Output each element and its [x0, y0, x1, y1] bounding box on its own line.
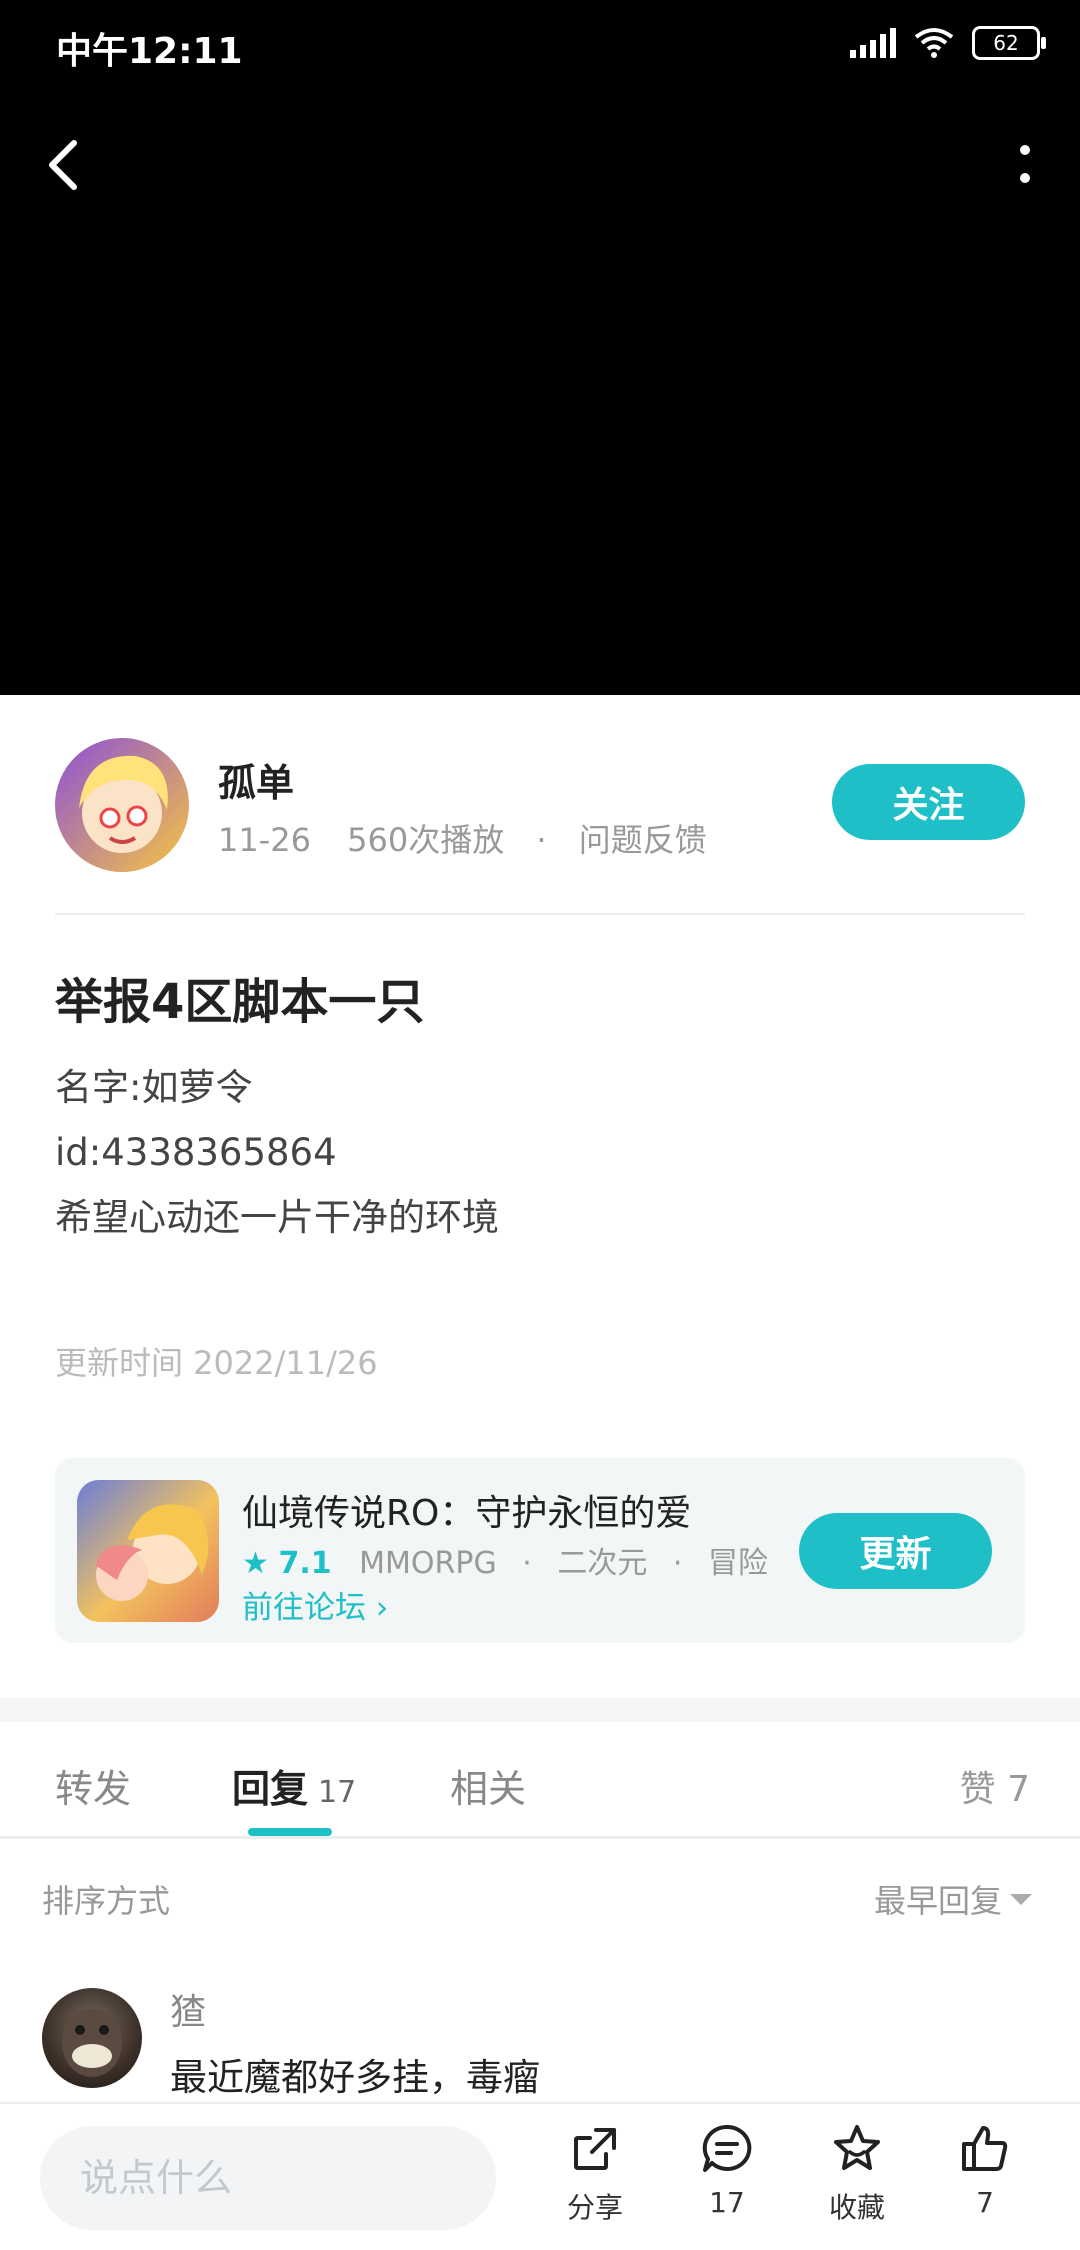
section-gap: [0, 1698, 1080, 1722]
favorite-label: 收藏: [828, 2191, 885, 2224]
star-icon: ★: [242, 1546, 269, 1581]
game-rating: 7.1: [278, 1546, 332, 1581]
status-time: 中午12:11: [56, 31, 243, 72]
video-player[interactable]: [0, 0, 1080, 695]
tab-forward[interactable]: 转发: [55, 1758, 131, 1813]
follow-button[interactable]: 关注: [832, 764, 1025, 840]
tag-separator: ·: [672, 1546, 683, 1581]
more-icon[interactable]: [1010, 140, 1040, 190]
tab-reply-label: 回复: [232, 1767, 309, 1811]
game-tag: 二次元: [557, 1546, 648, 1581]
share-label: 分享: [566, 2191, 623, 2224]
sort-dropdown[interactable]: 最早回复: [874, 1876, 1032, 1922]
tag-separator: ·: [522, 1546, 532, 1581]
post-title: 举报4区脚本一只: [55, 974, 425, 1030]
divider: [55, 913, 1025, 915]
like-button[interactable]: 7: [930, 2122, 1040, 2219]
update-time: 更新时间 2022/11/26: [55, 1344, 378, 1382]
tab-indicator: [248, 1828, 332, 1836]
post-body: 名字:如萝令 id:4338365864 希望心动还一片干净的环境: [55, 1055, 499, 1250]
sort-label: 排序方式: [42, 1882, 171, 1920]
commenter-name[interactable]: 猹: [170, 1983, 206, 2035]
author-name[interactable]: 孤单: [218, 752, 294, 807]
battery-level: 62: [993, 31, 1019, 55]
commenter-avatar[interactable]: [42, 1988, 142, 2088]
game-tags: ★ 7.1 MMORPG · 二次元 · 冒险: [242, 1538, 768, 1582]
wifi-icon: [914, 28, 954, 58]
game-tag: 冒险: [708, 1546, 769, 1581]
chevron-right-icon: ›: [375, 1590, 389, 1626]
like-count: 7: [976, 2186, 994, 2219]
post-category[interactable]: 问题反馈: [579, 821, 707, 859]
comment-input[interactable]: [40, 2126, 496, 2230]
thumbs-up-icon: [962, 2126, 1008, 2171]
update-button[interactable]: 更新: [799, 1513, 992, 1589]
share-button[interactable]: 分享: [540, 2122, 650, 2226]
forum-link[interactable]: 前往论坛 ›: [242, 1582, 388, 1627]
post-date: 11-26: [218, 821, 311, 859]
tab-reply-count: 17: [318, 1775, 357, 1810]
game-icon[interactable]: [77, 1480, 219, 1622]
play-count: 560次播放: [347, 821, 505, 859]
author-meta: 11-26 560次播放 · 问题反馈: [218, 815, 707, 861]
signal-icon: [850, 28, 896, 58]
forum-link-label: 前往论坛: [242, 1590, 366, 1626]
back-icon[interactable]: [40, 135, 90, 195]
post-line: 希望心动还一片干净的环境: [55, 1196, 499, 1239]
status-icons: 62: [850, 26, 1046, 60]
battery-icon: 62: [972, 26, 1046, 60]
comment-text: 最近魔都好多挂，毒瘤: [170, 2056, 540, 2099]
bottom-bar: 分享 17 收藏 7: [0, 2102, 1080, 2250]
share-icon: [574, 2128, 616, 2170]
favorite-button[interactable]: 收藏: [802, 2122, 912, 2226]
game-tag: MMORPG: [359, 1546, 497, 1581]
star-outline-icon: [834, 2125, 880, 2170]
caret-down-icon: [1010, 1893, 1032, 1905]
tab-related[interactable]: 相关: [450, 1758, 526, 1813]
comment-button[interactable]: 17: [672, 2122, 782, 2219]
game-card[interactable]: 仙境传说RO：守护永恒的爱 ★ 7.1 MMORPG · 二次元 · 冒险 前往…: [55, 1458, 1025, 1643]
tab-likes[interactable]: 赞 7: [960, 1760, 1030, 1812]
post-line: 名字:如萝令: [55, 1066, 253, 1109]
tab-reply[interactable]: 回复 17: [232, 1758, 356, 1813]
comment-icon: [702, 2124, 752, 2172]
sort-value: 最早回复: [873, 1882, 1002, 1920]
comment-count: 17: [709, 2186, 745, 2219]
game-name[interactable]: 仙境传说RO：守护永恒的爱: [242, 1484, 691, 1536]
post-line: id:4338365864: [55, 1131, 337, 1174]
author-avatar[interactable]: [55, 738, 189, 872]
meta-separator: ·: [536, 821, 547, 859]
tab-divider: [0, 1836, 1080, 1839]
